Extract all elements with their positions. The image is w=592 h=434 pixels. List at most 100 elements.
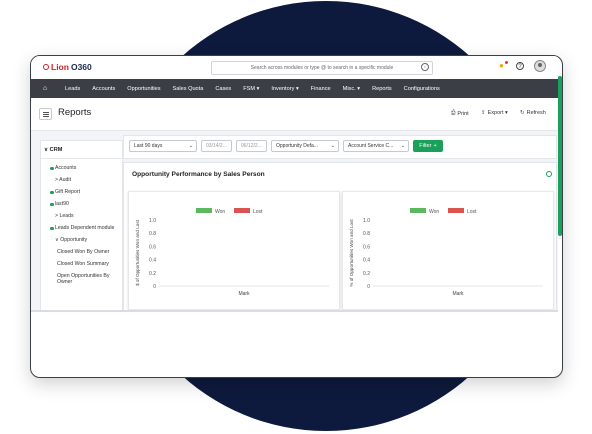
refresh-label: Refresh xyxy=(526,110,546,116)
export-label: Export ▾ xyxy=(487,110,508,116)
sidebar-item[interactable]: Leads Dependent module xyxy=(41,225,122,231)
y-tick-label: 0.6 xyxy=(149,244,156,250)
nav-item-misc[interactable]: Misc. ▾ xyxy=(337,86,366,92)
nav-item-cases[interactable]: Cases xyxy=(209,86,237,92)
legend-swatch-lost xyxy=(234,208,250,213)
legend-label-won: Won xyxy=(429,209,439,215)
app-logo[interactable]: Lion O360 xyxy=(43,62,92,72)
filter-bar: Last 90 days ⌄ 03/14/2... 06/12/2... Oppo… xyxy=(123,135,557,159)
sidebar-item-label: Gift Report xyxy=(55,189,81,195)
export-button[interactable]: ⇪ Export ▾ xyxy=(481,110,508,116)
search-help-icon[interactable]: i xyxy=(421,63,429,71)
y-tick-label: 0 xyxy=(367,284,370,290)
y-tick-label: 0.2 xyxy=(149,271,156,277)
sidebar-item-label: Leads Dependent module xyxy=(55,225,115,231)
nav-item-fsm[interactable]: FSM ▾ xyxy=(237,86,265,92)
avatar[interactable] xyxy=(534,60,546,72)
nav-item-opportunities[interactable]: Opportunities xyxy=(121,86,166,92)
chart-percent: Won Lost 1.0 0.8 0.6 0.4 0.2 0 % of Opportunitie… xyxy=(349,208,543,297)
account-value: Account Service C... xyxy=(348,143,394,149)
sidebar-item-label: Closed Won Summary xyxy=(57,261,109,267)
legend-swatch-won xyxy=(410,208,426,213)
y-tick-label: 1.0 xyxy=(149,218,156,224)
sidebar-item-label: > Leads xyxy=(55,213,74,219)
sidebar-item[interactable]: ∨ Opportunity xyxy=(41,237,122,243)
sidebar-list: Accounts > Audit Gift Report last90 > Leads L… xyxy=(41,165,122,285)
divider xyxy=(41,158,122,159)
date-from-input[interactable]: 03/14/2... xyxy=(201,140,232,152)
sidebar-item[interactable]: Closed Won Summary xyxy=(41,261,122,267)
nav-item-finance[interactable]: Finance xyxy=(305,86,337,92)
sidebar-item[interactable]: > Leads xyxy=(41,213,122,219)
nav-item-accounts[interactable]: Accounts xyxy=(86,86,121,92)
panel-title: Opportunity Performance by Sales Person xyxy=(132,171,265,178)
y-tick-label: 0.6 xyxy=(363,244,370,250)
y-tick-label: 0.8 xyxy=(149,231,156,237)
nav-item-leads[interactable]: Leads xyxy=(59,86,86,92)
sidebar-item[interactable]: Open Opportunities By Owner xyxy=(41,273,122,285)
sidebar-item-label: Accounts xyxy=(55,165,77,171)
legend-label-lost: Lost xyxy=(467,209,477,215)
sidebar-item[interactable]: last90 xyxy=(41,201,122,207)
scroll-accent xyxy=(558,76,562,236)
chevron-down-icon: ⌄ xyxy=(400,143,405,149)
top-bar: Lion O360 Search across modules or type @… xyxy=(31,56,558,80)
sidebar-item[interactable]: Gift Report xyxy=(41,189,122,195)
sidebar-item[interactable]: Closed Won By Owner xyxy=(41,249,122,255)
y-tick-label: 0.2 xyxy=(363,271,370,277)
nav-item-sales-quota[interactable]: Sales Quota xyxy=(167,86,210,92)
refresh-button[interactable]: ↻ Refresh xyxy=(520,110,546,116)
notification-badge xyxy=(505,61,508,64)
report-sidebar: ∨ CRM Accounts > Audit Gift Report last90 > … xyxy=(40,140,123,312)
filter-label: Filter xyxy=(419,143,432,149)
chevron-down-icon: ⌄ xyxy=(188,143,193,149)
export-icon: ⇪ xyxy=(481,110,486,116)
nav-item-configurations[interactable]: Configurations xyxy=(398,86,446,92)
y-axis-label: $ of Opportunities Won and Lost xyxy=(135,219,140,286)
chart-card-percent: Won Lost 1.0 0.8 0.6 0.4 0.2 0 % of Opportunitie… xyxy=(342,191,554,310)
status-dot-icon xyxy=(50,226,54,230)
sidebar-section-label: CRM xyxy=(49,147,63,153)
y-tick-label: 0.4 xyxy=(363,258,370,264)
nav-item-reports[interactable]: Reports xyxy=(366,86,398,92)
filter-button[interactable]: Filter + xyxy=(413,140,443,152)
account-select[interactable]: Account Service C... ⌄ xyxy=(343,140,409,152)
sidebar-item-label: Closed Won By Owner xyxy=(57,249,110,255)
legend-label-won: Won xyxy=(215,209,225,215)
sidebar-section-crm[interactable]: ∨ CRM xyxy=(41,141,122,153)
print-button[interactable]: ⎙ Print xyxy=(451,110,469,117)
y-tick-label: 1.0 xyxy=(363,218,370,224)
y-tick-label: 0.8 xyxy=(363,231,370,237)
sidebar-item-label: last90 xyxy=(55,201,69,207)
report-panel: Opportunity Performance by Sales Person … xyxy=(123,162,557,312)
chevron-down-icon: ⌄ xyxy=(330,143,335,149)
period-value: Last 90 days xyxy=(134,143,163,149)
sidebar-item-label: > Audit xyxy=(55,177,72,183)
x-tick-label: Mark xyxy=(238,291,250,297)
app-screen: Lion O360 Search across modules or type @… xyxy=(31,56,558,312)
chart-amount: Won Lost 1.0 0.8 0.6 0.4 0.2 0 $ of Opportunitie… xyxy=(135,208,329,297)
sidebar-item[interactable]: Accounts xyxy=(41,165,122,171)
settings-icon[interactable] xyxy=(546,171,552,177)
opportunity-value: Opportunity Defa... xyxy=(276,143,318,149)
table-header-strip xyxy=(31,310,558,312)
opportunity-select[interactable]: Opportunity Defa... ⌄ xyxy=(271,140,339,152)
global-search-input[interactable]: Search across modules or type @ to searc… xyxy=(211,61,433,75)
period-select[interactable]: Last 90 days ⌄ xyxy=(129,140,197,152)
print-label: Print xyxy=(457,110,469,117)
sidebar-item[interactable]: > Audit xyxy=(41,177,122,183)
nav-item-inventory[interactable]: Inventory ▾ xyxy=(265,86,304,92)
refresh-icon: ↻ xyxy=(520,110,525,116)
plus-icon: + xyxy=(433,143,437,149)
sidebar-item-label: ∨ Opportunity xyxy=(55,237,88,243)
y-axis-label: % of Opportunities Won and Lost xyxy=(349,219,354,287)
device-frame: Lion O360 Search across modules or type @… xyxy=(30,55,563,378)
legend-label-lost: Lost xyxy=(253,209,263,215)
page-header: Reports ⎙ Print ⇪ Export ▾ ↻ Refresh xyxy=(31,98,558,131)
home-icon[interactable]: ⌂ xyxy=(31,85,59,92)
sidebar-toggle-button[interactable] xyxy=(39,108,52,120)
date-to-input[interactable]: 06/12/2... xyxy=(236,140,267,152)
help-icon[interactable]: ? xyxy=(516,62,524,70)
y-tick-label: 0.4 xyxy=(149,258,156,264)
logo-icon xyxy=(43,64,49,70)
